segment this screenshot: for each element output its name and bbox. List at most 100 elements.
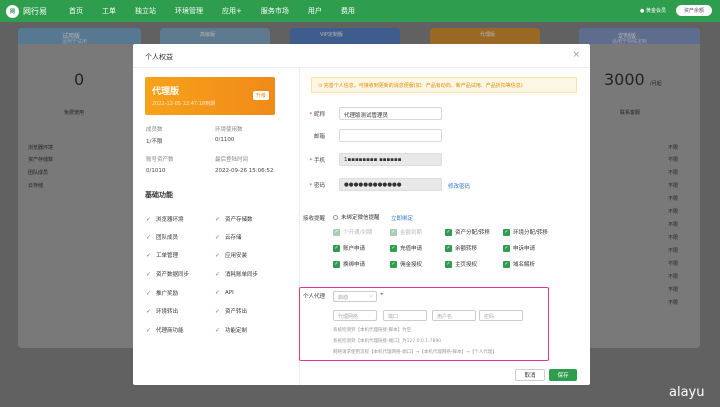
check-icon: ✓: [333, 244, 340, 252]
plan-name: 代理版: [152, 87, 180, 97]
password-label: * 密码: [309, 183, 325, 189]
check-icon: ✓: [445, 228, 452, 236]
notify-checkbox[interactable]: ✓ 充值申请: [390, 244, 422, 252]
nav-item-tickets[interactable]: 工单: [102, 6, 116, 16]
check-icon: ✓: [146, 307, 152, 315]
chevron-down-icon: ⌵: [369, 293, 373, 299]
logo-text: 网行易: [23, 6, 47, 16]
phone-field[interactable]: 1▪▪▪▪▪▪▪▪ ▪▪▪▪▪▪: [339, 153, 442, 166]
cancel-button[interactable]: 取消: [515, 369, 545, 381]
stat-label: 账号资产数: [146, 157, 174, 163]
plan-expiry: 2022-12-05 12:47:18到期: [152, 101, 216, 107]
proxy-port-input[interactable]: 端口: [383, 310, 427, 321]
check-icon: ✓: [390, 228, 397, 236]
top-navbar: 网 网行易 首页 工单 独立站 环境管理 应用+ 服务市场 用户 费用 ● 黄金…: [0, 0, 720, 22]
check-icon: ✓: [503, 228, 510, 236]
nav-item-site[interactable]: 独立站: [135, 6, 156, 16]
feature-item: ✓ API: [215, 289, 234, 296]
nav-item-apps[interactable]: 应用+: [222, 6, 242, 16]
notify-checkbox[interactable]: ✓ 资产分配/转移: [445, 228, 490, 236]
notify-checkbox[interactable]: ✓ 余额转移: [445, 244, 477, 252]
nav-item-env[interactable]: 环境管理: [175, 6, 203, 16]
stat-value: 2022-09-26 15:06:52: [215, 168, 274, 174]
nickname-label: * 昵称: [309, 112, 325, 118]
check-icon: ✓: [146, 215, 152, 223]
check-icon: ✓: [333, 260, 340, 268]
close-icon[interactable]: ×: [572, 50, 580, 60]
logo-icon: 网: [6, 4, 19, 18]
nav-item-billing[interactable]: 费用: [341, 6, 355, 16]
notify-checkbox[interactable]: ✓ 个开通/到期: [333, 228, 372, 236]
proxy-password-input[interactable]: 密码: [479, 310, 523, 321]
check-icon: ✓: [445, 244, 452, 252]
stat-value: 0/1010: [146, 168, 166, 174]
feature-item: ✓ 云存储: [215, 233, 242, 242]
email-field[interactable]: [339, 129, 442, 142]
proxy-username-input[interactable]: 用户名: [432, 310, 476, 321]
upgrade-button[interactable]: 升级: [252, 91, 269, 100]
phone-label: * 手机: [309, 158, 325, 164]
feature-item: ✓ 工单管理: [146, 251, 179, 260]
nav-item-home[interactable]: 首页: [69, 6, 83, 16]
check-icon: ✓: [390, 244, 397, 252]
receive-label: 接收提醒: [303, 216, 326, 222]
save-button[interactable]: 保存: [549, 369, 577, 381]
stat-label: 最后登陆时间: [215, 157, 249, 163]
notify-checkbox[interactable]: ✓ 换绑申请: [333, 260, 365, 268]
change-password-link[interactable]: 修改密码: [448, 182, 470, 190]
check-icon: ✓: [390, 260, 397, 268]
notify-checkbox[interactable]: ✓ 主页授权: [445, 260, 477, 268]
plan-banner: 代理版 2022-12-05 12:47:18到期 升级: [145, 77, 275, 115]
radio-icon: [333, 214, 338, 220]
check-icon: ✓: [445, 260, 452, 268]
feature-item: ✓ 浏览器环境: [146, 215, 184, 224]
check-icon: ✓: [215, 251, 221, 259]
nav-item-market[interactable]: 服务市场: [261, 6, 289, 16]
email-label: 邮箱: [313, 134, 325, 140]
proxy-network-input[interactable]: 代理网络: [333, 310, 377, 321]
feature-item: ✓ 环境转出: [146, 307, 179, 316]
location-pin-icon[interactable]: ⌖: [380, 291, 383, 299]
check-icon: ✓: [215, 270, 221, 278]
check-icon: ✓: [215, 233, 221, 241]
stat-value: 1/不限: [146, 139, 163, 145]
wechat-unbound-radio[interactable]: 未绑定微信提醒: [333, 213, 380, 221]
feature-item: ✓ 资产存储数: [215, 215, 253, 224]
notify-checkbox[interactable]: ✓ 环境分配/转移: [503, 228, 548, 236]
check-icon: ✓: [503, 260, 510, 268]
check-icon: ✓: [215, 307, 221, 315]
watermark: alayu: [669, 385, 705, 400]
proxy-mode-select[interactable]: 启动 ⌵: [333, 291, 377, 302]
notify-checkbox[interactable]: ✓ 账户申请: [333, 244, 365, 252]
feature-item: ✓ 团队成员: [146, 233, 179, 242]
proxy-hint: 系统检测到【本机代理链接-脚本】为空: [333, 328, 412, 333]
check-icon: ✓: [146, 251, 152, 259]
modal-title: 个人权益: [145, 53, 173, 61]
bind-wechat-link[interactable]: 立即绑定: [391, 214, 413, 222]
logo[interactable]: 网 网行易: [6, 4, 47, 18]
feature-item: ✓ 代理商功能: [146, 326, 184, 335]
nickname-field[interactable]: 代理版测试管理员: [339, 107, 442, 120]
feature-item: ✓ 资产转出: [215, 307, 248, 316]
notify-checkbox[interactable]: ✓ 申诉申请: [503, 244, 535, 252]
account-button[interactable]: 资产余额: [675, 5, 712, 16]
feature-item: ✓ 推广奖励: [146, 289, 179, 298]
password-field[interactable]: ●●●●●●●●●●●●: [339, 178, 442, 191]
feature-item: ✓ 功能定制: [215, 326, 248, 335]
stat-label: 环境使用数: [215, 127, 243, 133]
check-icon: ✓: [146, 233, 152, 241]
proxy-label: 个人代理: [303, 294, 326, 300]
stat-label: 成员数: [146, 127, 163, 133]
main-nav: 首页 工单 独立站 环境管理 应用+ 服务市场 用户 费用: [69, 6, 374, 16]
check-icon: ✓: [146, 326, 152, 334]
check-icon: ✓: [215, 215, 221, 223]
check-icon: ✓: [146, 270, 152, 278]
notify-checkbox[interactable]: ✓ 域名解析: [503, 260, 535, 268]
check-icon: ✓: [146, 289, 152, 297]
feature-item: ✓ 资产数据同步: [146, 270, 190, 279]
check-icon: ✓: [215, 326, 221, 334]
notify-checkbox[interactable]: ✓ 佣金授权: [390, 260, 422, 268]
feature-item: ✓ 应用安装: [215, 251, 248, 260]
notify-checkbox[interactable]: ✓ 金额到期: [390, 228, 422, 236]
nav-item-users[interactable]: 用户: [308, 6, 322, 16]
